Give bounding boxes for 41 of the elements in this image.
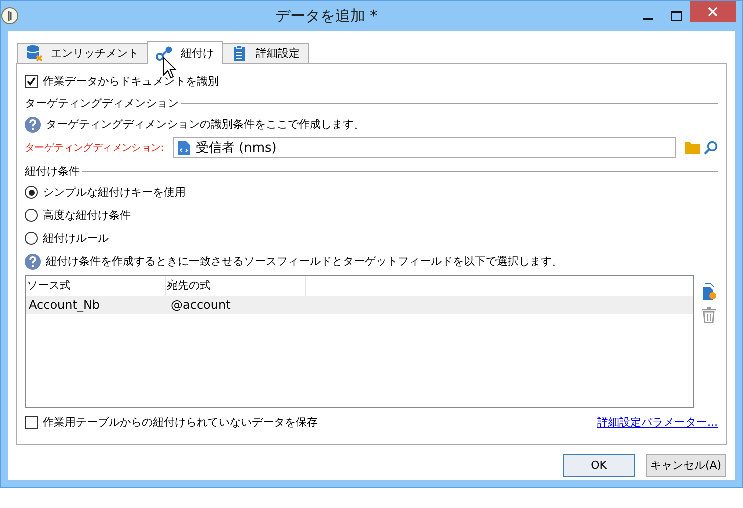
info-text: ターゲティングディメンションの識別条件をここで作成します。	[46, 117, 365, 132]
close-icon	[708, 6, 718, 16]
trash-icon[interactable]	[702, 307, 716, 323]
database-icon	[26, 45, 43, 62]
field-value: 受信者 (nms)	[196, 140, 277, 156]
cancel-button[interactable]: キャンセル(A)	[646, 454, 726, 477]
section-title: 紐付け条件	[25, 164, 80, 178]
maximize-icon[interactable]	[670, 11, 682, 21]
tab[interactable]: 紐付け	[147, 41, 223, 64]
add-icon[interactable]	[701, 283, 717, 301]
checkbox[interactable]	[25, 75, 38, 88]
link-icon	[156, 44, 173, 62]
window-title: データを追加 *	[274, 6, 379, 26]
section-title: ターゲティングディメンション	[25, 96, 179, 110]
app-icon	[1, 7, 19, 25]
info-text: 紐付け条件を作成するときに一致させるソースフィールドとターゲットフィールドを以下で選択します。	[46, 254, 563, 269]
search-icon[interactable]	[704, 140, 718, 154]
close-button[interactable]	[690, 1, 736, 22]
checkbox-label: 作業用テーブルからの紐付けられていないデータを保存	[43, 414, 318, 430]
input-field[interactable]: 受信者 (nms)	[172, 137, 676, 158]
checkbox[interactable]	[25, 416, 38, 428]
tab[interactable]: エンリッチメント	[17, 43, 148, 63]
radio-label: シンプルな紐付けキーを使用	[43, 185, 186, 200]
help-icon	[25, 116, 41, 132]
ok-button[interactable]: OK	[563, 454, 635, 477]
radio-label: 紐付けルール	[43, 231, 109, 246]
radio-button[interactable]	[25, 232, 38, 245]
document-icon	[178, 140, 190, 154]
clipboard-icon	[231, 45, 248, 62]
check-icon	[27, 77, 36, 86]
advanced-parameters-link[interactable]: 詳細設定パラメーター...	[598, 414, 718, 430]
table-cell-text: @account	[170, 298, 232, 312]
radio-button[interactable]	[25, 209, 38, 222]
radio-button[interactable]	[25, 186, 38, 199]
help-icon	[25, 254, 41, 270]
radio-label: 高度な紐付け条件	[43, 208, 131, 223]
checkbox-label: 作業データからドキュメントを識別	[43, 74, 219, 89]
table-cell-text: Account_Nb	[28, 298, 102, 312]
table-row[interactable]: Account_Nb @account	[26, 296, 693, 314]
tab[interactable]: 詳細設定	[222, 43, 309, 63]
field-label: ターゲティングディメンション:	[25, 142, 164, 154]
